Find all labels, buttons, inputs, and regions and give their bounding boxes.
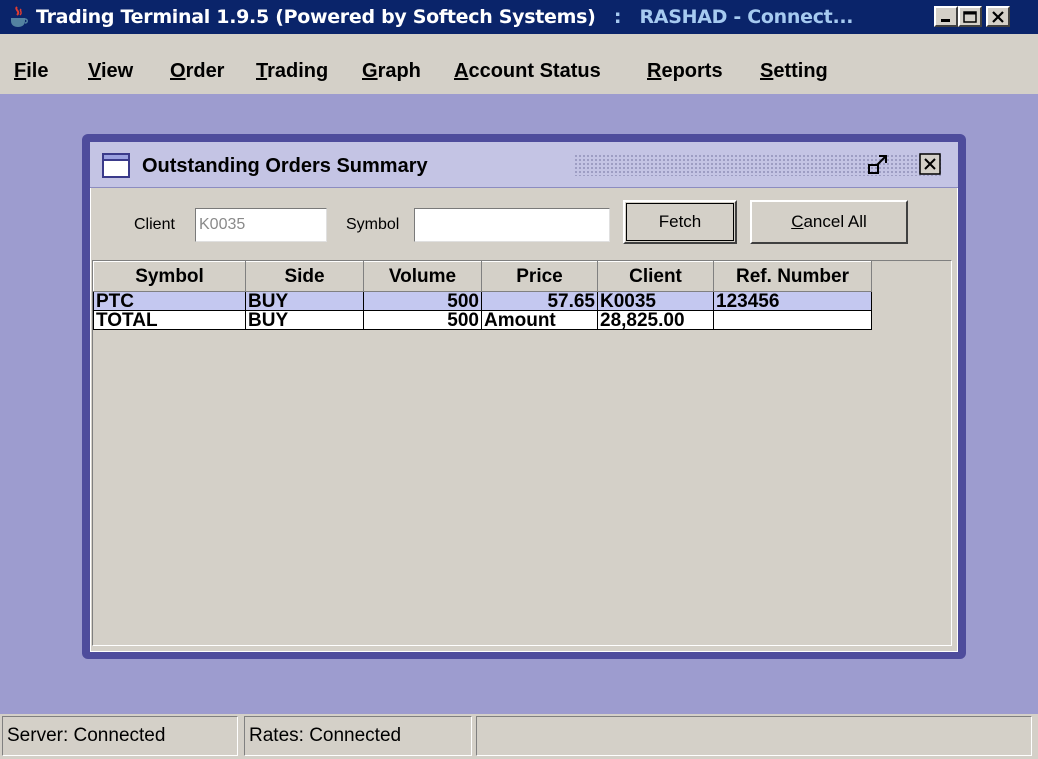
maximize-icon — [963, 10, 977, 23]
cell-volume: 500 — [363, 310, 482, 330]
client-label: Client — [134, 216, 175, 233]
iconify-icon[interactable] — [866, 152, 892, 178]
menu-view[interactable]: View — [88, 60, 133, 83]
menu-order[interactable]: Order — [170, 60, 224, 83]
server-status: Server: Connected — [2, 716, 238, 756]
close-button[interactable] — [986, 6, 1010, 27]
menu-reports[interactable]: Reports — [647, 60, 723, 83]
rates-status: Rates: Connected — [244, 716, 472, 756]
frame-close-icon[interactable] — [918, 152, 942, 176]
maximize-button[interactable] — [958, 6, 982, 27]
cell-price: 57.65 — [481, 291, 598, 311]
cell-ref-number: 123456 — [713, 291, 872, 311]
java-cup-icon — [11, 6, 28, 27]
close-icon — [992, 10, 1004, 23]
column-header-ref-number[interactable]: Ref. Number — [713, 261, 872, 292]
table-header-row: Symbol Side Volume Price Client Ref. Num… — [93, 261, 872, 292]
minimize-button[interactable] — [934, 6, 958, 27]
symbol-field[interactable] — [414, 208, 610, 242]
column-header-client[interactable]: Client — [597, 261, 714, 292]
menu-graph[interactable]: Graph — [362, 60, 421, 83]
window-title: Trading Terminal 1.9.5 (Powered by Softe… — [36, 6, 854, 28]
user-connection-status: RASHAD - Connect... — [639, 6, 854, 28]
cell-ref-number — [713, 310, 872, 330]
table-row[interactable]: PTC BUY 500 57.65 K0035 123456 — [93, 291, 872, 311]
app-title: Trading Terminal 1.9.5 (Powered by Softe… — [36, 6, 596, 28]
title-separator: : — [613, 6, 622, 28]
cell-amount-label: Amount — [481, 310, 598, 330]
window-titlebar[interactable]: Trading Terminal 1.9.5 (Powered by Softe… — [0, 0, 1038, 34]
menu-file[interactable]: File — [14, 60, 48, 83]
menu-account-status[interactable]: Account Status — [454, 60, 601, 83]
cancel-all-button[interactable]: Cancel All — [750, 200, 908, 244]
menu-bar: File View Order Trading Graph Account St… — [0, 54, 1038, 94]
menu-trading[interactable]: Trading — [256, 60, 328, 83]
client-field[interactable] — [195, 208, 327, 242]
cell-side: BUY — [245, 310, 364, 330]
table-total-row[interactable]: TOTAL BUY 500 Amount 28,825.00 — [93, 310, 872, 330]
column-header-symbol[interactable]: Symbol — [93, 261, 246, 292]
cell-symbol: PTC — [93, 291, 246, 311]
symbol-label: Symbol — [346, 216, 400, 233]
cell-amount-value: 28,825.00 — [597, 310, 714, 330]
column-header-price[interactable]: Price — [481, 261, 598, 292]
cell-symbol: TOTAL — [93, 310, 246, 330]
menu-setting[interactable]: Setting — [760, 60, 828, 83]
cell-volume: 500 — [363, 291, 482, 311]
status-extra — [476, 716, 1032, 756]
cell-client: K0035 — [597, 291, 714, 311]
frame-title: Outstanding Orders Summary — [142, 155, 428, 177]
frame-window-icon — [102, 153, 130, 178]
minimize-icon — [941, 18, 950, 22]
fetch-button[interactable]: Fetch — [623, 200, 737, 244]
orders-table: Symbol Side Volume Price Client Ref. Num… — [93, 261, 872, 330]
column-header-volume[interactable]: Volume — [363, 261, 482, 292]
cell-side: BUY — [245, 291, 364, 311]
column-header-side[interactable]: Side — [245, 261, 364, 292]
